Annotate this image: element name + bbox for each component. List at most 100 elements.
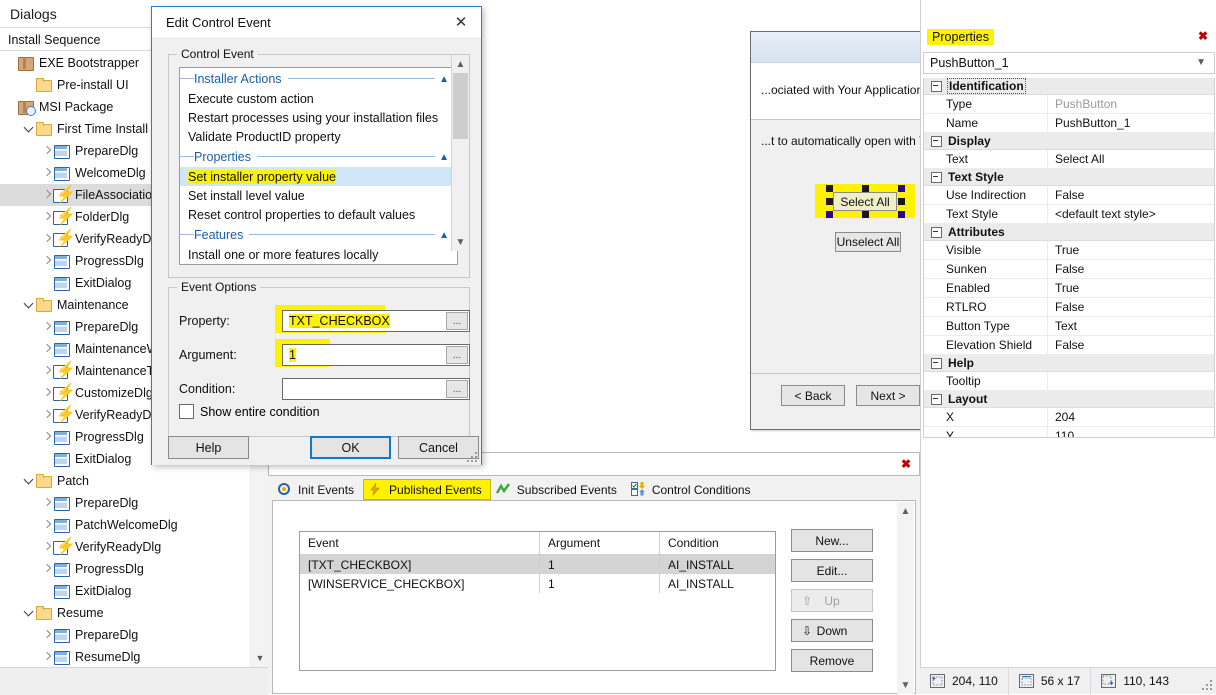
property-value[interactable]: <default text style> bbox=[1048, 205, 1214, 223]
back-button[interactable]: < Back bbox=[781, 385, 845, 406]
chevron-up-icon[interactable]: ▲ bbox=[439, 152, 449, 163]
modal-resize-grip[interactable] bbox=[467, 452, 477, 462]
close-icon[interactable]: ✖ bbox=[901, 457, 911, 471]
resize-handle-br[interactable] bbox=[898, 211, 905, 218]
next-button[interactable]: Next > bbox=[856, 385, 920, 406]
input-condition[interactable]: ... bbox=[282, 378, 470, 400]
chevron-down-icon[interactable]: ▼ bbox=[1196, 57, 1206, 68]
chevron-right-icon[interactable] bbox=[40, 558, 53, 580]
column-header-condition[interactable]: Condition bbox=[660, 532, 775, 554]
column-header-argument[interactable]: Argument bbox=[540, 532, 660, 554]
tree-item-progressdlg[interactable]: ProgressDlg bbox=[0, 558, 250, 580]
events-tabs[interactable]: Init Events Published Events Subscribed Ev… bbox=[272, 478, 760, 500]
scrollbar-thumb[interactable] bbox=[453, 73, 468, 139]
resize-handle-bc[interactable] bbox=[862, 211, 869, 218]
close-icon[interactable]: ✕ bbox=[451, 12, 471, 32]
chevron-down-icon[interactable] bbox=[22, 602, 35, 624]
property-value[interactable]: Text bbox=[1048, 317, 1214, 335]
property-row[interactable]: Tooltip bbox=[924, 372, 1214, 391]
select-all-selection-highlight[interactable]: Select All bbox=[815, 184, 915, 218]
resize-handle-tc[interactable] bbox=[862, 185, 869, 192]
edit-button[interactable]: Edit... bbox=[791, 559, 873, 582]
list-item[interactable]: Execute custom action bbox=[180, 89, 457, 108]
property-group-identification[interactable]: Identification bbox=[924, 78, 1214, 95]
show-entire-condition-row[interactable]: Show entire condition bbox=[179, 404, 320, 419]
browse-button[interactable]: ... bbox=[446, 380, 468, 398]
chevron-right-icon[interactable] bbox=[40, 492, 53, 514]
property-row[interactable]: Use Indirection False bbox=[924, 186, 1214, 205]
table-row[interactable]: [WINSERVICE_CHECKBOX] 1 AI_INSTALL bbox=[300, 574, 775, 593]
remove-button[interactable]: Remove bbox=[791, 649, 873, 672]
property-group-help[interactable]: Help bbox=[924, 355, 1214, 372]
chevron-right-icon[interactable] bbox=[40, 646, 53, 667]
list-item[interactable]: Reset control properties to default valu… bbox=[180, 205, 457, 224]
chevron-down-icon[interactable] bbox=[22, 470, 35, 492]
collapse-icon[interactable] bbox=[931, 357, 942, 369]
collapse-icon[interactable] bbox=[931, 171, 942, 183]
property-value[interactable]: 204 bbox=[1048, 408, 1214, 426]
tree-item-patchwelcomedlg[interactable]: PatchWelcomeDlg bbox=[0, 514, 250, 536]
close-icon[interactable]: ✖ bbox=[1198, 29, 1208, 43]
tab-subscribed-events[interactable]: Subscribed Events bbox=[491, 479, 626, 500]
property-row[interactable]: Visible True bbox=[924, 241, 1214, 260]
chevron-up-icon[interactable]: ▲ bbox=[439, 74, 449, 85]
chevron-right-icon[interactable] bbox=[40, 140, 53, 162]
list-item[interactable]: Install one or more features locally bbox=[180, 245, 457, 264]
chevron-up-icon[interactable]: ▲ bbox=[897, 502, 914, 520]
chevron-right-icon[interactable] bbox=[40, 536, 53, 558]
published-events-table[interactable]: Event Argument Condition [TXT_CHECKBOX] 1 AI_… bbox=[299, 531, 776, 671]
property-group-layout[interactable]: Layout bbox=[924, 391, 1214, 408]
property-value[interactable]: False bbox=[1048, 336, 1214, 354]
property-value[interactable]: 110 bbox=[1048, 427, 1214, 437]
chevron-up-icon[interactable]: ▲ bbox=[452, 55, 469, 73]
browse-button[interactable]: ... bbox=[446, 312, 468, 330]
chevron-right-icon[interactable] bbox=[40, 382, 53, 404]
help-button[interactable]: Help bbox=[168, 436, 249, 459]
property-value[interactable]: True bbox=[1048, 279, 1214, 297]
property-value[interactable]: False bbox=[1048, 260, 1214, 278]
chevron-right-icon[interactable] bbox=[40, 426, 53, 448]
select-all-button[interactable]: Select All bbox=[833, 192, 897, 211]
input-argument[interactable]: 1... bbox=[282, 344, 470, 366]
tree-item-verifyreadydlg[interactable]: ⚡VerifyReadyDlg bbox=[0, 536, 250, 558]
property-value[interactable]: False bbox=[1048, 186, 1214, 204]
show-entire-condition-checkbox[interactable] bbox=[179, 404, 194, 419]
chevron-right-icon[interactable] bbox=[40, 624, 53, 646]
property-row[interactable]: Name PushButton_1 bbox=[924, 114, 1214, 133]
edit-control-event-dialog[interactable]: Edit Control Event ✕ Control Event Insta… bbox=[151, 6, 482, 465]
chevron-right-icon[interactable] bbox=[40, 514, 53, 536]
tab-published-events[interactable]: Published Events bbox=[363, 479, 491, 500]
chevron-up-icon[interactable]: ▲ bbox=[439, 230, 449, 241]
chevron-right-icon[interactable] bbox=[40, 404, 53, 426]
property-row[interactable]: X 204 bbox=[924, 408, 1214, 427]
events-action-buttons[interactable]: New... Edit... ⇧ Up ⇩ Down Remove bbox=[791, 529, 883, 679]
tree-item-resume[interactable]: Resume bbox=[0, 602, 250, 624]
property-row[interactable]: Text Select All bbox=[924, 150, 1214, 169]
property-value[interactable] bbox=[1048, 372, 1214, 390]
chevron-down-icon[interactable]: ▼ bbox=[251, 649, 269, 667]
control-event-list[interactable]: Installer Actions ▲ Execute custom action R… bbox=[179, 67, 458, 265]
tree-item-exitdialog[interactable]: ExitDialog bbox=[0, 580, 250, 602]
chevron-down-icon[interactable] bbox=[22, 118, 35, 140]
down-button[interactable]: ⇩ Down bbox=[791, 619, 873, 642]
collapse-icon[interactable] bbox=[931, 135, 942, 147]
tree-item-preparedlg[interactable]: PrepareDlg bbox=[0, 492, 250, 514]
chevron-right-icon[interactable] bbox=[40, 338, 53, 360]
resize-handle-mr[interactable] bbox=[898, 198, 905, 205]
property-group-display[interactable]: Display bbox=[924, 133, 1214, 150]
property-row[interactable]: Type PushButton bbox=[924, 95, 1214, 114]
properties-grid[interactable]: Identification Type PushButton Name PushButt… bbox=[923, 78, 1215, 438]
chevron-right-icon[interactable] bbox=[40, 206, 53, 228]
chevron-down-icon[interactable]: ▼ bbox=[452, 233, 469, 251]
property-row[interactable]: Y 110 bbox=[924, 427, 1214, 437]
list-category-features[interactable]: Features ▲ bbox=[180, 224, 457, 245]
input-property[interactable]: TXT_CHECKBOX... bbox=[282, 310, 470, 332]
resize-handle-tr[interactable] bbox=[898, 185, 905, 192]
property-value[interactable]: PushButton_1 bbox=[1048, 114, 1214, 132]
collapse-icon[interactable] bbox=[931, 393, 942, 405]
tree-item-resumedlg[interactable]: ResumeDlg bbox=[0, 646, 250, 667]
property-value[interactable]: False bbox=[1048, 298, 1214, 316]
tree-item-preparedlg[interactable]: PrepareDlg bbox=[0, 624, 250, 646]
chevron-right-icon[interactable] bbox=[40, 316, 53, 338]
property-row[interactable]: Enabled True bbox=[924, 279, 1214, 298]
